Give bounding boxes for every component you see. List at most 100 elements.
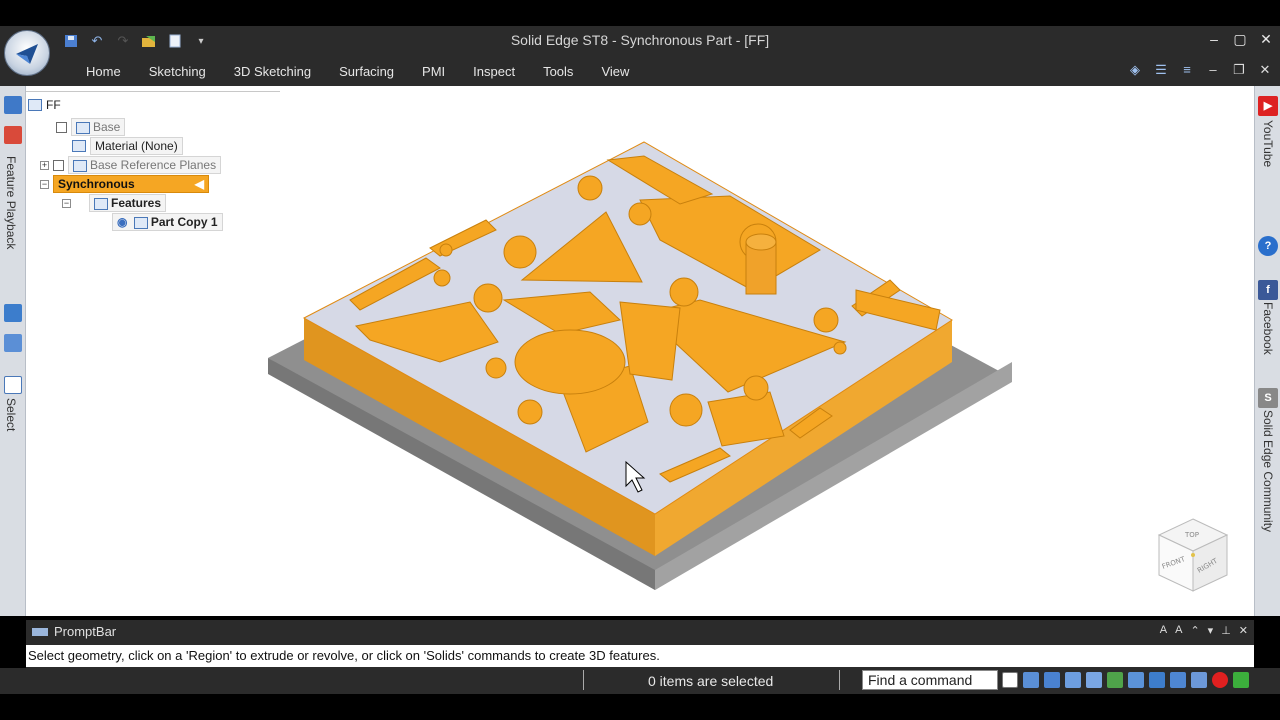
tab-tools[interactable]: Tools: [529, 62, 587, 81]
zoom-area-icon[interactable]: [1065, 672, 1081, 688]
facebook-icon[interactable]: f: [1258, 280, 1278, 300]
minimize-icon[interactable]: –: [1204, 28, 1224, 50]
boss-top: [745, 233, 777, 251]
collapse-icon[interactable]: −: [40, 179, 49, 189]
tree-node-base[interactable]: Base: [56, 118, 126, 136]
facebook-tab[interactable]: Facebook: [1261, 302, 1275, 355]
view-cube[interactable]: TOP FRONT RIGHT: [1155, 515, 1231, 595]
feature-playback-tab[interactable]: Feature Playback: [4, 156, 18, 249]
hole: [669, 277, 699, 307]
select-tab[interactable]: Select: [4, 398, 18, 431]
fit-icon[interactable]: [1023, 672, 1039, 688]
material-icon: [72, 140, 86, 152]
find-command-input[interactable]: Find a command: [862, 670, 998, 690]
font-decrease-icon[interactable]: A: [1175, 624, 1182, 637]
part-copy-icon: ◉: [117, 215, 128, 229]
promptbar-header: PromptBar: [32, 624, 116, 639]
document-minimize-icon[interactable]: –: [1204, 62, 1222, 78]
tree-node-label: Base: [71, 118, 126, 136]
tab-sketching[interactable]: Sketching: [135, 62, 220, 81]
community-tab[interactable]: Solid Edge Community: [1261, 410, 1275, 532]
help-icon[interactable]: ?: [1258, 236, 1278, 256]
tab-inspect[interactable]: Inspect: [459, 62, 529, 81]
solid-edge-logo-icon: [16, 44, 38, 64]
tab-surfacing[interactable]: Surfacing: [325, 62, 408, 81]
upload-icon[interactable]: [1233, 672, 1249, 688]
hole: [485, 357, 507, 379]
menu-dropdown-icon[interactable]: ▾: [1208, 624, 1214, 637]
active-marker-icon: ◀: [194, 177, 204, 191]
document-close-icon[interactable]: ✕: [1256, 62, 1274, 78]
shading-icon[interactable]: [1170, 672, 1186, 688]
hole: [743, 375, 769, 401]
visibility-checkbox[interactable]: [53, 159, 64, 171]
material-label: Material (None): [90, 137, 183, 155]
expand-icon[interactable]: +: [40, 160, 49, 170]
font-increase-icon[interactable]: A: [1160, 624, 1167, 637]
options-icon[interactable]: ◈: [1126, 62, 1144, 78]
tree-node-base-reference-planes[interactable]: + Base Reference Planes: [40, 156, 222, 174]
document-restore-icon[interactable]: ❐: [1230, 62, 1248, 78]
tab-view[interactable]: View: [587, 62, 643, 81]
reference-planes-icon: [73, 159, 87, 172]
sketch-view-icon[interactable]: [1128, 672, 1144, 688]
promptbar-controls: A A ⌃ ▾ ⊥ ✕: [1160, 624, 1248, 637]
tree-node-root[interactable]: FF: [28, 98, 61, 112]
selection-status: 0 items are selected: [648, 673, 774, 689]
library-icon[interactable]: [4, 304, 22, 322]
select-tools-icon[interactable]: [4, 376, 22, 394]
close-icon[interactable]: ✕: [1239, 624, 1248, 637]
coordinate-system-icon: [76, 121, 90, 134]
tree-node-features[interactable]: − Features: [62, 194, 167, 212]
features-icon: [94, 197, 108, 210]
reference-planes-label: Base Reference Planes: [90, 158, 217, 172]
view-controls: [1002, 672, 1249, 688]
hole: [833, 341, 847, 355]
pathfinder-splitter[interactable]: [26, 86, 280, 92]
hole: [473, 283, 503, 313]
tab-3d-sketching[interactable]: 3D Sketching: [220, 62, 325, 81]
view-orientation-icon[interactable]: [1149, 672, 1165, 688]
pocket: [707, 391, 785, 447]
pin-icon[interactable]: ⊥: [1221, 624, 1231, 637]
letterbox-top: [0, 0, 1280, 26]
status-divider: [839, 670, 840, 690]
record-icon[interactable]: [1212, 672, 1228, 688]
collapse-icon[interactable]: −: [62, 198, 71, 208]
command-arrow-icon[interactable]: [1002, 672, 1018, 688]
left-docking-strip: Feature Playback Select: [0, 86, 26, 616]
view-cube-origin-icon: [1191, 553, 1195, 557]
display-icon[interactable]: [1191, 672, 1207, 688]
part-icon: [28, 99, 42, 111]
visibility-checkbox[interactable]: [56, 121, 67, 133]
pan-icon[interactable]: [1086, 672, 1102, 688]
keyboard-icon: [32, 627, 48, 636]
tab-pmi[interactable]: PMI: [408, 62, 459, 81]
maximize-icon[interactable]: ▢: [1230, 28, 1250, 50]
part-model[interactable]: [260, 130, 1020, 600]
features-label: Features: [89, 194, 167, 212]
hole: [813, 307, 839, 333]
base-label: Base: [93, 120, 121, 134]
youtube-tab[interactable]: YouTube: [1261, 120, 1275, 167]
tree-node-synchronous[interactable]: − Synchronous ◀: [40, 175, 209, 193]
close-icon[interactable]: ✕: [1256, 28, 1276, 50]
rotate-icon[interactable]: [1107, 672, 1123, 688]
list-icon[interactable]: ☰: [1152, 62, 1170, 78]
zoom-icon[interactable]: [1044, 672, 1060, 688]
pathfinder-icon[interactable]: [4, 126, 22, 144]
community-icon[interactable]: S: [1258, 388, 1278, 408]
tree-node-part-copy[interactable]: ◉ Part Copy 1: [112, 213, 223, 231]
layout-icon[interactable]: ≡: [1178, 62, 1196, 78]
tab-home[interactable]: Home: [72, 62, 135, 81]
right-docking-strip: ▶ YouTube ? f Facebook S Solid Edge Comm…: [1254, 86, 1280, 616]
hole: [669, 393, 703, 427]
collapse-icon[interactable]: ⌃: [1190, 624, 1199, 637]
layers-icon[interactable]: [4, 96, 22, 114]
synchronous-text: Synchronous: [58, 177, 135, 191]
relations-icon[interactable]: [4, 334, 22, 352]
application-button[interactable]: [4, 30, 50, 76]
youtube-icon[interactable]: ▶: [1258, 96, 1278, 116]
prompt-message: Select geometry, click on a 'Region' to …: [26, 645, 1254, 667]
tree-node-material[interactable]: Material (None): [72, 137, 183, 155]
